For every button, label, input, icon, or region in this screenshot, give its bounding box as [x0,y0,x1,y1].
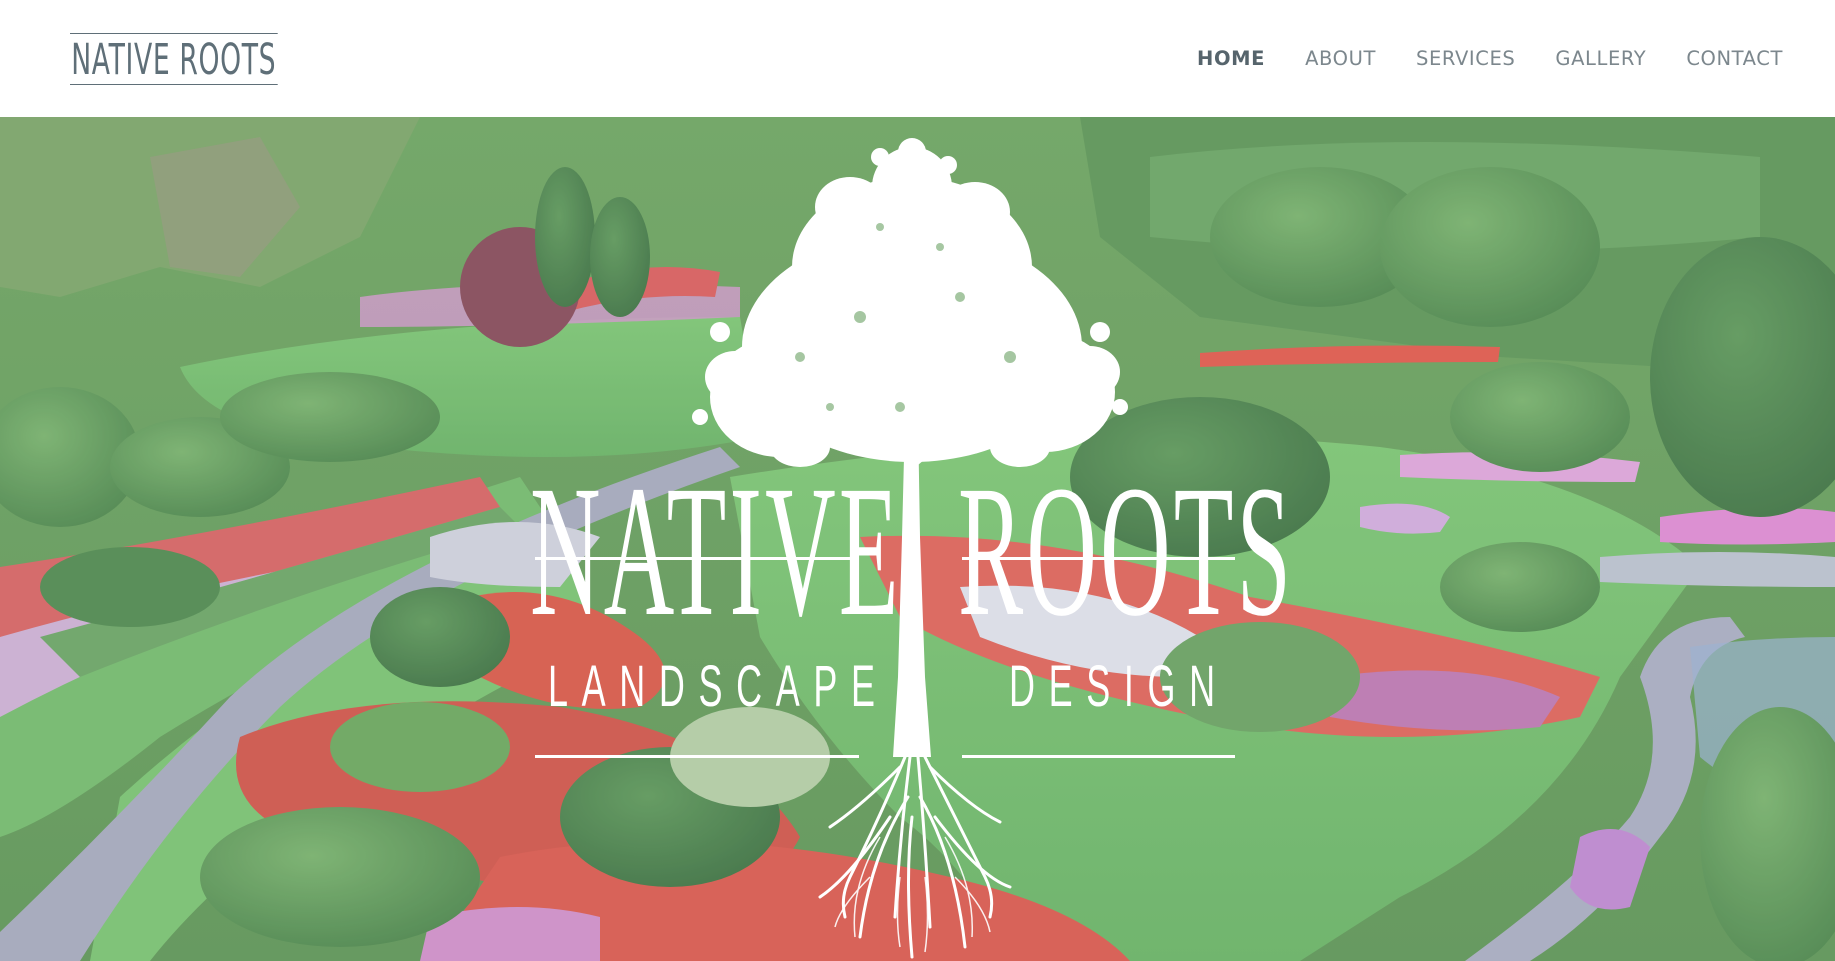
nav-home[interactable]: HOME [1197,47,1265,71]
hero-logo: NATIVE ROOTS LANDSCAPE DESIGN [0,117,1835,961]
hero-title-roots: ROOTS [958,446,1295,655]
tree-with-roots-icon [692,138,1128,959]
brand-logo[interactable]: NATIVE ROOTS [70,32,278,85]
logo-rule-bottom-left [535,755,859,758]
hero-title-native: NATIVE [530,446,902,655]
hero-subtitle-landscape: LANDSCAPE [548,654,889,719]
hero-subtitle-design: DESIGN [1009,654,1229,719]
nav-about[interactable]: ABOUT [1305,47,1376,71]
logo-rule-bottom-right [962,755,1235,758]
brand-logo-container[interactable]: NATIVE ROOTS [70,29,278,89]
main-nav: HOME ABOUT SERVICES GALLERY CONTACT [1197,47,1783,71]
hero-banner: NATIVE ROOTS LANDSCAPE DESIGN [0,117,1835,961]
nav-gallery[interactable]: GALLERY [1555,47,1646,71]
site-header: NATIVE ROOTS HOME ABOUT SERVICES GALLERY… [0,0,1835,117]
nav-services[interactable]: SERVICES [1416,47,1515,71]
nav-contact[interactable]: CONTACT [1686,47,1783,71]
